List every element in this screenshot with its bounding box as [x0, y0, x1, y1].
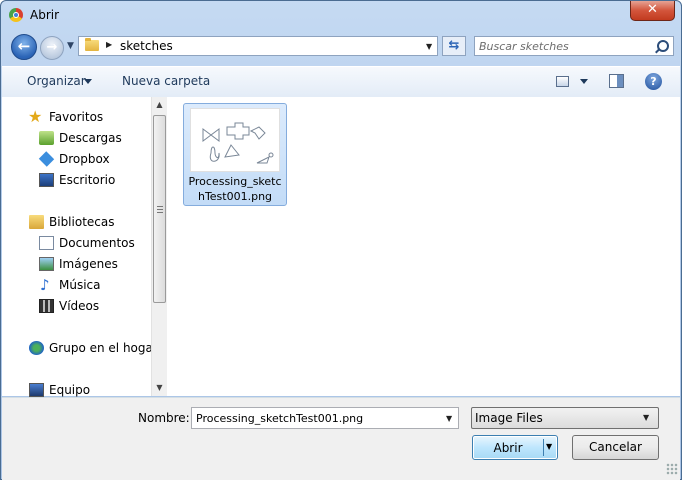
- grip-icon: [157, 206, 163, 213]
- dialog-footer: Nombre: ▼ Image Files ▼ Abrir ▼ Cancelar: [2, 397, 680, 480]
- forward-button[interactable]: →: [40, 36, 64, 60]
- star-icon: ★: [28, 107, 43, 126]
- close-button[interactable]: ✕: [630, 1, 675, 21]
- search-input[interactable]: [479, 38, 649, 54]
- sidebar-item-descargas[interactable]: Descargas: [2, 128, 151, 148]
- open-button[interactable]: Abrir ▼: [472, 435, 558, 460]
- chevron-down-icon: ▼: [643, 413, 650, 422]
- downloads-icon: [39, 131, 54, 145]
- music-icon: ♪: [40, 276, 50, 294]
- new-folder-button[interactable]: Nueva carpeta: [122, 74, 210, 88]
- file-list[interactable]: Processing_sketchTest001.png: [167, 97, 680, 396]
- refresh-icon: ⇆: [448, 38, 460, 53]
- search-box[interactable]: [474, 36, 674, 56]
- scroll-up-icon[interactable]: ▲: [152, 97, 167, 113]
- dropbox-icon: [38, 151, 55, 167]
- refresh-button[interactable]: ⇆: [442, 36, 466, 56]
- sidebar-item-label: Descargas: [59, 131, 122, 145]
- sidebar-item-label: Imágenes: [59, 257, 118, 271]
- help-icon[interactable]: ?: [645, 73, 662, 90]
- split-divider: [543, 439, 544, 456]
- file-name: Processing_sketchTest001.png: [188, 175, 282, 203]
- sidebar-item-label: Grupo en el hogar: [49, 341, 158, 355]
- sidebar-item-documentos[interactable]: Documentos: [2, 233, 151, 253]
- navigation-scrollbar[interactable]: ▲ ▼: [151, 97, 167, 396]
- sidebar-item-label: Equipo: [49, 383, 91, 397]
- sidebar-item-label: Bibliotecas: [49, 215, 115, 229]
- filename-label: Nombre:: [138, 411, 190, 425]
- breadcrumb-chevron-icon[interactable]: ▶: [106, 40, 112, 49]
- window-title: Abrir: [30, 8, 60, 22]
- filename-combobox[interactable]: ▼: [191, 407, 459, 429]
- sidebar-item-label: Música: [59, 278, 101, 292]
- scrollbar-thumb[interactable]: [153, 115, 166, 303]
- sketch-preview-icon: [202, 122, 274, 164]
- organize-menu[interactable]: Organizar: [27, 74, 86, 88]
- libraries-icon: [29, 215, 44, 229]
- title-bar[interactable]: Abrir ✕: [1, 1, 681, 29]
- sidebar-item-label: Vídeos: [59, 299, 100, 313]
- arrow-right-icon: →: [46, 40, 58, 55]
- filename-dropdown-icon[interactable]: ▼: [446, 414, 452, 423]
- open-file-dialog: Abrir ✕ ← → ▼ ▶ sketches ▼ ⇆ Organizar N…: [0, 0, 682, 480]
- command-bar: Organizar Nueva carpeta ?: [2, 66, 680, 98]
- navigation-pane: ★ Favoritos Descargas Dropbox Escritorio…: [2, 97, 158, 397]
- scroll-down-icon[interactable]: ▼: [152, 380, 167, 396]
- file-type-value: Image Files: [475, 411, 543, 425]
- filename-input[interactable]: [196, 410, 436, 426]
- file-type-select[interactable]: Image Files ▼: [471, 407, 659, 429]
- chrome-app-icon: [9, 8, 23, 22]
- search-icon[interactable]: [657, 40, 669, 52]
- open-button-label: Abrir: [493, 441, 523, 455]
- sidebar-item-bibliotecas[interactable]: Bibliotecas: [2, 212, 151, 232]
- sidebar-item-musica[interactable]: ♪ Música: [2, 275, 151, 295]
- cancel-button[interactable]: Cancelar: [572, 435, 659, 460]
- organize-caret-icon[interactable]: [84, 79, 92, 84]
- computer-icon: [29, 383, 44, 397]
- open-options-dropdown-icon[interactable]: ▼: [546, 442, 552, 451]
- sidebar-item-label: Favoritos: [49, 110, 104, 124]
- sidebar-item-favoritos[interactable]: ★ Favoritos: [2, 107, 151, 127]
- breadcrumb-sketches[interactable]: sketches: [120, 39, 173, 53]
- change-view-icon[interactable]: [556, 76, 569, 87]
- sidebar-item-imagenes[interactable]: Imágenes: [2, 254, 151, 274]
- videos-icon: [39, 299, 54, 313]
- desktop-icon: [39, 173, 54, 187]
- pictures-icon: [39, 257, 54, 271]
- arrow-left-icon: ←: [17, 37, 31, 55]
- address-dropdown-icon[interactable]: ▼: [426, 42, 432, 51]
- file-item[interactable]: Processing_sketchTest001.png: [183, 103, 287, 206]
- sidebar-item-label: Dropbox: [59, 152, 110, 166]
- resize-grip-icon[interactable]: [666, 463, 678, 475]
- sidebar-item-label: Escritorio: [59, 173, 116, 187]
- view-options-caret-icon[interactable]: [580, 79, 588, 84]
- sidebar-item-label: Documentos: [59, 236, 135, 250]
- sidebar-item-videos[interactable]: Vídeos: [2, 296, 151, 316]
- sidebar-item-escritorio[interactable]: Escritorio: [2, 170, 151, 190]
- back-button[interactable]: ←: [11, 34, 37, 60]
- address-bar[interactable]: ▶ sketches ▼: [78, 36, 438, 56]
- history-dropdown-icon[interactable]: ▼: [67, 41, 74, 51]
- homegroup-icon: [29, 341, 44, 355]
- documents-icon: [39, 236, 54, 250]
- preview-pane-icon[interactable]: [609, 74, 624, 88]
- folder-icon: [85, 38, 99, 51]
- sidebar-item-grupo-hogar[interactable]: Grupo en el hogar: [2, 338, 158, 358]
- image-thumbnail: [190, 108, 280, 172]
- sidebar-item-dropbox[interactable]: Dropbox: [2, 149, 151, 169]
